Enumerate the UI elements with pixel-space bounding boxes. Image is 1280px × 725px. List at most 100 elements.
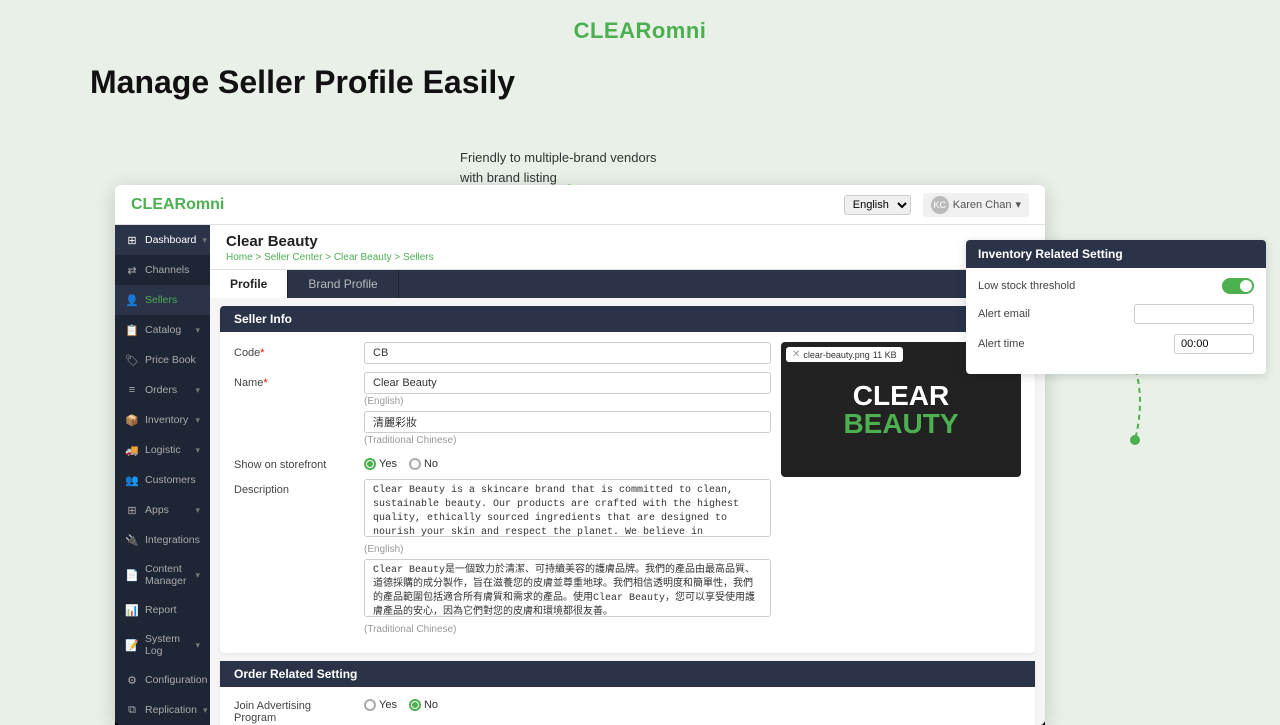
- storefront-radio-group: Yes No: [364, 454, 771, 470]
- image-preview-section: ✕ clear-beauty.png 11 KB CLEAR BEAUTY: [781, 342, 1021, 643]
- image-close-icon[interactable]: ✕: [792, 349, 800, 360]
- storefront-no-option[interactable]: No: [409, 458, 438, 470]
- chart-icon: 📊: [125, 603, 139, 617]
- chevron-icon: ▾: [203, 705, 208, 716]
- radio-no-adv[interactable]: [409, 699, 421, 711]
- sidebar-item-channels[interactable]: ⇄ Channels: [115, 255, 210, 285]
- sidebar-item-integrations[interactable]: 🔌 Integrations: [115, 525, 210, 555]
- code-row: Code*: [234, 342, 771, 364]
- tag-icon: 🏷: [125, 353, 139, 367]
- alert-time-row: Alert time: [978, 334, 1254, 354]
- sidebar-item-report[interactable]: 📊 Report: [115, 595, 210, 625]
- language-select[interactable]: English: [844, 195, 911, 215]
- low-stock-toggle[interactable]: [1222, 278, 1254, 294]
- annotation-brand-listing: Friendly to multiple-brand vendors with …: [460, 148, 680, 187]
- name-label: Name*: [234, 372, 354, 389]
- desc-label: Description: [234, 479, 354, 496]
- users-icon: 👥: [125, 473, 139, 487]
- app-logo-black: CLEARo: [131, 196, 196, 213]
- truck-icon: 🚚: [125, 443, 139, 457]
- code-input[interactable]: [364, 342, 771, 364]
- name-field: (English) (Traditional Chinese): [364, 372, 771, 446]
- sidebar-item-customers[interactable]: 👥 Customers: [115, 465, 210, 495]
- desc-hint-en: (English): [364, 544, 771, 555]
- logo-black: CLEARo: [574, 18, 666, 43]
- apps-icon: ⊞: [125, 503, 139, 517]
- seller-info-header: Seller Info: [220, 306, 1035, 332]
- chevron-icon: ▾: [195, 505, 200, 516]
- sidebar-item-catalog[interactable]: 📋 Catalog ▾: [115, 315, 210, 345]
- page-title: Clear Beauty: [226, 233, 1029, 250]
- image-size: 11 KB: [873, 350, 897, 360]
- storefront-yes-option[interactable]: Yes: [364, 458, 397, 470]
- chevron-icon: ▾: [195, 415, 200, 426]
- header-right: English KC Karen Chan ▾: [844, 193, 1029, 217]
- advertising-no-option[interactable]: No: [409, 699, 438, 711]
- sidebar-item-configuration[interactable]: ⚙ Configuration ▾: [115, 665, 210, 695]
- sidebar-item-content-manager[interactable]: 📄 Content Manager ▾: [115, 555, 210, 595]
- alert-time-label: Alert time: [978, 338, 1024, 350]
- alert-time-input[interactable]: [1174, 334, 1254, 354]
- code-label: Code*: [234, 342, 354, 359]
- sidebar-item-logistic[interactable]: 🚚 Logistic ▾: [115, 435, 210, 465]
- low-stock-label: Low stock threshold: [978, 280, 1075, 292]
- app-logo: CLEARomni: [131, 196, 224, 214]
- book-icon: 📋: [125, 323, 139, 337]
- file-icon: 📄: [125, 568, 139, 582]
- storefront-field: Yes No: [364, 454, 771, 470]
- advertising-radio-group: Yes No: [364, 695, 1021, 711]
- advertising-yes-option[interactable]: Yes: [364, 699, 397, 711]
- sidebar-item-dashboard[interactable]: ⊞ Dashboard ▾: [115, 225, 210, 255]
- desc-textarea-cn[interactable]: Clear Beauty是一個致力於清潔、可持續美容的護膚品牌。我們的產品由最高…: [364, 559, 771, 617]
- name-hint-en: (English): [364, 396, 771, 407]
- app-body: ⊞ Dashboard ▾ ⇄ Channels 👤 Sellers 📋 Cat…: [115, 225, 1045, 725]
- name-hint-cn: (Traditional Chinese): [364, 435, 771, 446]
- breadcrumb-area: Clear Beauty Home > Seller Center > Clea…: [210, 225, 1045, 270]
- order-section-body: Join Advertising Program Yes No: [220, 687, 1035, 725]
- seller-form: Code* Name*: [234, 342, 771, 643]
- sidebar-item-system-log[interactable]: 📝 System Log ▾: [115, 625, 210, 665]
- sidebar-item-apps[interactable]: ⊞ Apps ▾: [115, 495, 210, 525]
- name-input-cn[interactable]: [364, 411, 771, 433]
- storefront-row: Show on storefront Yes: [234, 454, 771, 471]
- app-logo-green: mni: [196, 196, 224, 213]
- low-stock-row: Low stock threshold: [978, 278, 1254, 294]
- order-section-header: Order Related Setting: [220, 661, 1035, 687]
- logo-green: mni: [666, 18, 707, 43]
- desc-textarea-en[interactable]: Clear Beauty is a skincare brand that is…: [364, 479, 771, 537]
- gear-icon: ⚙: [125, 673, 139, 687]
- sidebar-item-orders[interactable]: ≡ Orders ▾: [115, 375, 210, 405]
- alert-email-input[interactable]: [1134, 304, 1254, 324]
- radio-no[interactable]: [409, 458, 421, 470]
- sidebar-item-sellers[interactable]: 👤 Sellers: [115, 285, 210, 315]
- seller-info-section: Seller Info Code*: [220, 306, 1035, 653]
- sidebar-item-inventory[interactable]: 📦 Inventory ▾: [115, 405, 210, 435]
- name-input-en[interactable]: [364, 372, 771, 394]
- radio-yes-adv[interactable]: [364, 699, 376, 711]
- image-filename: clear-beauty.png: [803, 350, 869, 360]
- radio-yes[interactable]: [364, 458, 376, 470]
- alert-email-label: Alert email: [978, 308, 1030, 320]
- app-header: CLEARomni English KC Karen Chan ▾: [115, 185, 1045, 225]
- sidebar-item-replication[interactable]: ⧉ Replication ▾: [115, 695, 210, 725]
- seller-info-body: Code* Name*: [220, 332, 1035, 653]
- grid-icon: ⊞: [125, 233, 139, 247]
- chevron-down-icon: ▾: [1015, 198, 1021, 211]
- sidebar: ⊞ Dashboard ▾ ⇄ Channels 👤 Sellers 📋 Cat…: [115, 225, 210, 725]
- tab-profile[interactable]: Profile: [210, 270, 288, 298]
- chevron-icon: ▾: [195, 640, 200, 651]
- main-content: Clear Beauty Home > Seller Center > Clea…: [210, 225, 1045, 725]
- desc-field: Clear Beauty is a skincare brand that is…: [364, 479, 771, 635]
- user-badge[interactable]: KC Karen Chan ▾: [923, 193, 1029, 217]
- log-icon: 📝: [125, 638, 139, 652]
- advertising-field: Yes No: [364, 695, 1021, 711]
- breadcrumb: Home > Seller Center > Clear Beauty > Se…: [226, 250, 1029, 269]
- main-heading: Manage Seller Profile Easily: [0, 54, 1280, 101]
- cb-clear-text: CLEAR: [843, 382, 958, 410]
- tab-brand-profile[interactable]: Brand Profile: [288, 270, 398, 298]
- user-name: Karen Chan: [953, 199, 1012, 211]
- desc-row: Description Clear Beauty is a skincare b…: [234, 479, 771, 635]
- name-row: Name* (English) (Traditional Chinese): [234, 372, 771, 446]
- sidebar-item-pricebook[interactable]: 🏷 Price Book: [115, 345, 210, 375]
- tabs-bar: Profile Brand Profile: [210, 270, 1045, 298]
